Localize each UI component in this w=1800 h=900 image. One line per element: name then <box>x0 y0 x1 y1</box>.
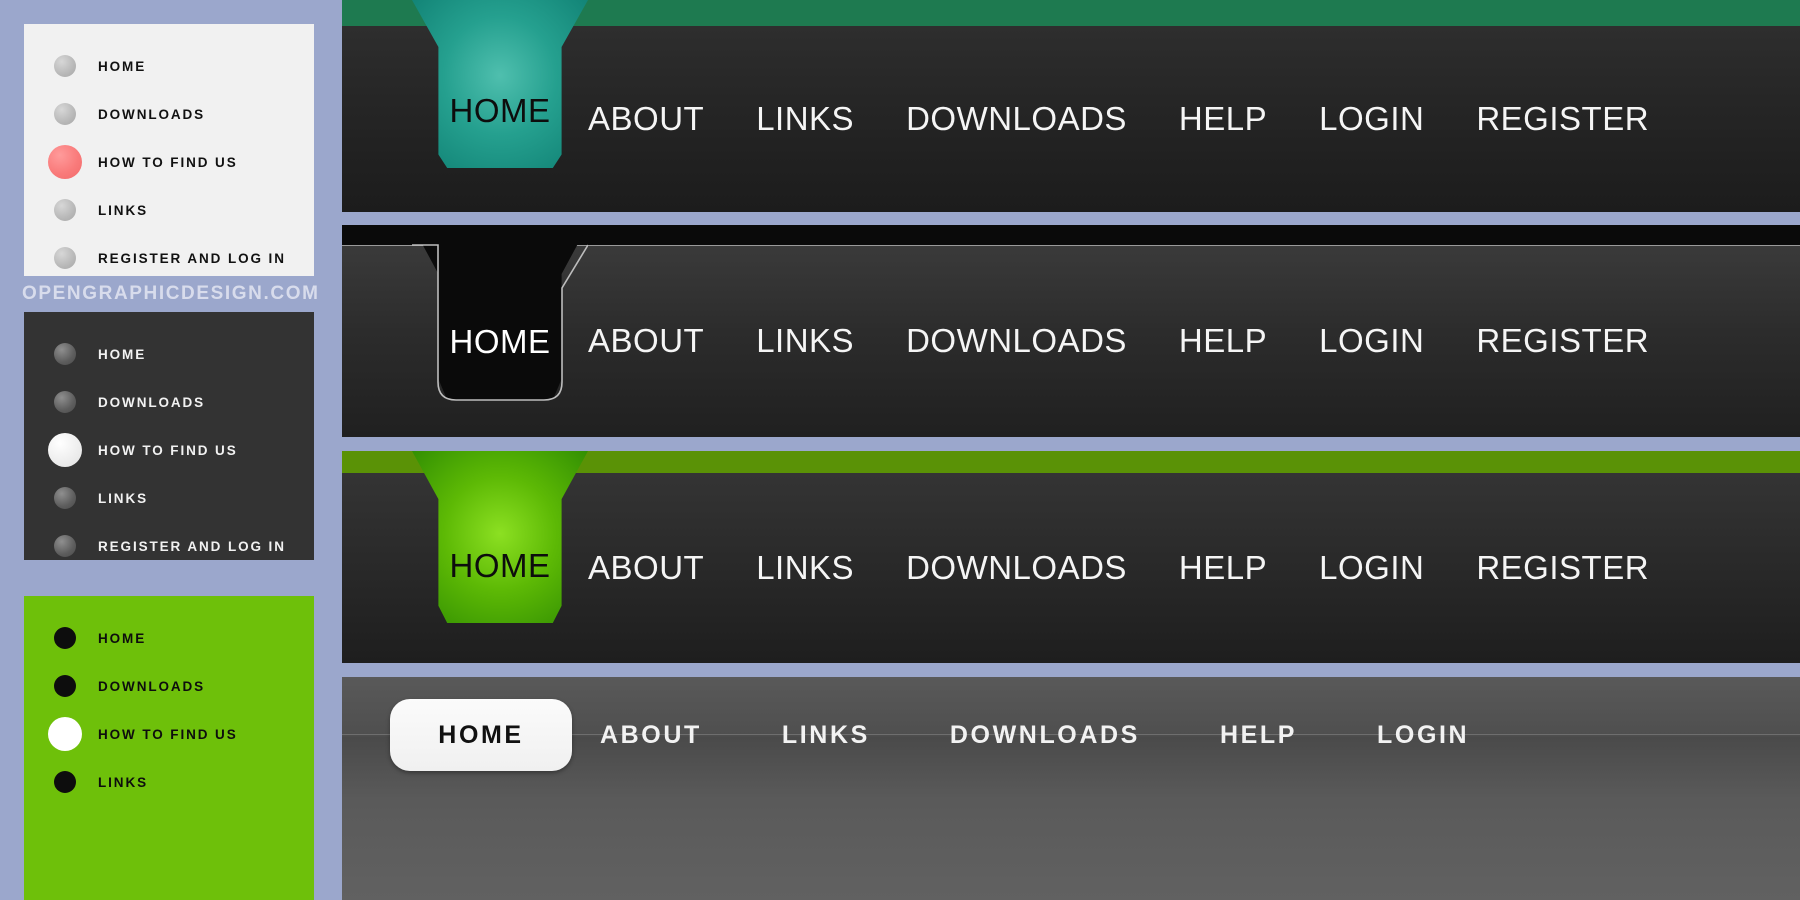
dot-icon <box>54 627 76 649</box>
navbar-black-link-about[interactable]: ABOUT <box>588 322 704 360</box>
vertical-menu-green-item-links[interactable]: LINKS <box>24 758 314 806</box>
navbar-teal-link-login[interactable]: LOGIN <box>1319 100 1424 138</box>
vertical-menu-green-item-home[interactable]: HOME <box>24 614 314 662</box>
vertical-menu-item-label: REGISTER AND LOG IN <box>98 538 286 554</box>
vertical-menu-light-item-home[interactable]: HOME <box>24 42 314 90</box>
vertical-menu-green: HOME DOWNLOADS HOW TO FIND US LINKS <box>24 596 314 900</box>
vertical-menu-item-label: DOWNLOADS <box>98 106 206 122</box>
navbar-gray-link-login[interactable]: LOGIN <box>1377 721 1469 750</box>
vertical-menu-light-item-downloads[interactable]: DOWNLOADS <box>24 90 314 138</box>
dot-icon <box>54 771 76 793</box>
dot-icon-active <box>48 717 82 751</box>
vertical-menu-green-item-how-to-find-us[interactable]: HOW TO FIND US <box>24 710 314 758</box>
vertical-menu-dark: HOME DOWNLOADS HOW TO FIND US LINKS REGI… <box>24 312 314 560</box>
navbar-teal-links: ABOUT LINKS DOWNLOADS HELP LOGIN REGISTE… <box>588 26 1701 212</box>
horizontal-navbars-column: ABOUT LINKS DOWNLOADS HELP LOGIN REGISTE… <box>342 0 1800 900</box>
watermark-text: OPENGRAPHICDESIGN.COM <box>22 283 320 304</box>
vertical-menu-item-label: HOW TO FIND US <box>98 442 238 458</box>
navbar-teal-link-about[interactable]: ABOUT <box>588 100 704 138</box>
dot-icon <box>54 55 76 77</box>
vertical-menu-item-label: HOME <box>98 58 147 74</box>
dot-icon <box>54 675 76 697</box>
dot-icon <box>54 487 76 509</box>
navbar-green-link-downloads[interactable]: DOWNLOADS <box>906 549 1127 587</box>
vertical-menu-light-item-register-and-log-in[interactable]: REGISTER AND LOG IN <box>24 234 314 282</box>
navbar-black-links: ABOUT LINKS DOWNLOADS HELP LOGIN REGISTE… <box>588 245 1701 437</box>
dot-icon <box>54 199 76 221</box>
dot-icon <box>54 343 76 365</box>
vertical-menu-item-label: LINKS <box>98 774 148 790</box>
vertical-menus-column: HOME DOWNLOADS HOW TO FIND US LINKS REGI… <box>0 0 340 900</box>
dot-icon-active <box>48 433 82 467</box>
vertical-menu-dark-item-register-and-log-in[interactable]: REGISTER AND LOG IN <box>24 522 314 570</box>
vertical-menu-light-item-links[interactable]: LINKS <box>24 186 314 234</box>
dot-icon <box>54 247 76 269</box>
navbar-black-link-links[interactable]: LINKS <box>756 322 854 360</box>
navbar-green-links: ABOUT LINKS DOWNLOADS HELP LOGIN REGISTE… <box>588 473 1701 663</box>
vertical-menu-item-label: LINKS <box>98 490 148 506</box>
navbar-black-link-downloads[interactable]: DOWNLOADS <box>906 322 1127 360</box>
dot-icon <box>54 391 76 413</box>
navbar-green-link-register[interactable]: REGISTER <box>1476 549 1649 587</box>
navbar-gray-link-downloads[interactable]: DOWNLOADS <box>950 721 1140 750</box>
navbar-black-link-register[interactable]: REGISTER <box>1476 322 1649 360</box>
navbar-gray-link-help[interactable]: HELP <box>1220 721 1297 750</box>
navbar-gray-links: ABOUT LINKS DOWNLOADS HELP LOGIN <box>600 699 1549 771</box>
navbar-black: ABOUT LINKS DOWNLOADS HELP LOGIN REGISTE… <box>342 225 1800 437</box>
dot-icon <box>54 535 76 557</box>
vertical-menu-item-label: DOWNLOADS <box>98 678 206 694</box>
vertical-menu-item-label: DOWNLOADS <box>98 394 206 410</box>
vertical-menu-item-label: HOME <box>98 346 147 362</box>
navbar-green-link-links[interactable]: LINKS <box>756 549 854 587</box>
navbar-gray-active-tab-home[interactable]: HOME <box>390 699 572 771</box>
navbar-teal-link-help[interactable]: HELP <box>1179 100 1267 138</box>
vertical-menu-dark-item-how-to-find-us[interactable]: HOW TO FIND US <box>24 426 314 474</box>
vertical-menu-dark-item-home[interactable]: HOME <box>24 330 314 378</box>
vertical-menu-item-label: REGISTER AND LOG IN <box>98 250 286 266</box>
navbar-green-link-about[interactable]: ABOUT <box>588 549 704 587</box>
navbar-gray: HOME ABOUT LINKS DOWNLOADS HELP LOGIN <box>342 677 1800 900</box>
navbar-teal-link-links[interactable]: LINKS <box>756 100 854 138</box>
vertical-menu-dark-item-downloads[interactable]: DOWNLOADS <box>24 378 314 426</box>
navbar-green-link-login[interactable]: LOGIN <box>1319 549 1424 587</box>
navbar-green-link-help[interactable]: HELP <box>1179 549 1267 587</box>
vertical-menu-item-label: HOW TO FIND US <box>98 726 238 742</box>
vertical-menu-item-label: HOW TO FIND US <box>98 154 238 170</box>
navbar-gray-active-tab-label: HOME <box>438 720 524 749</box>
navbar-teal-link-downloads[interactable]: DOWNLOADS <box>906 100 1127 138</box>
navbar-black-link-help[interactable]: HELP <box>1179 322 1267 360</box>
vertical-menu-item-label: LINKS <box>98 202 148 218</box>
navbar-teal: ABOUT LINKS DOWNLOADS HELP LOGIN REGISTE… <box>342 0 1800 212</box>
navbar-green: ABOUT LINKS DOWNLOADS HELP LOGIN REGISTE… <box>342 451 1800 663</box>
dot-icon <box>54 103 76 125</box>
vertical-menu-light-item-how-to-find-us[interactable]: HOW TO FIND US <box>24 138 314 186</box>
vertical-menu-light: HOME DOWNLOADS HOW TO FIND US LINKS REGI… <box>24 24 314 276</box>
vertical-menu-green-item-downloads[interactable]: DOWNLOADS <box>24 662 314 710</box>
vertical-menu-dark-item-links[interactable]: LINKS <box>24 474 314 522</box>
navbar-teal-link-register[interactable]: REGISTER <box>1476 100 1649 138</box>
navbar-gray-link-links[interactable]: LINKS <box>782 721 870 750</box>
navbar-gray-link-about[interactable]: ABOUT <box>600 721 702 750</box>
navbar-black-link-login[interactable]: LOGIN <box>1319 322 1424 360</box>
vertical-menu-item-label: HOME <box>98 630 147 646</box>
dot-icon-active <box>48 145 82 179</box>
